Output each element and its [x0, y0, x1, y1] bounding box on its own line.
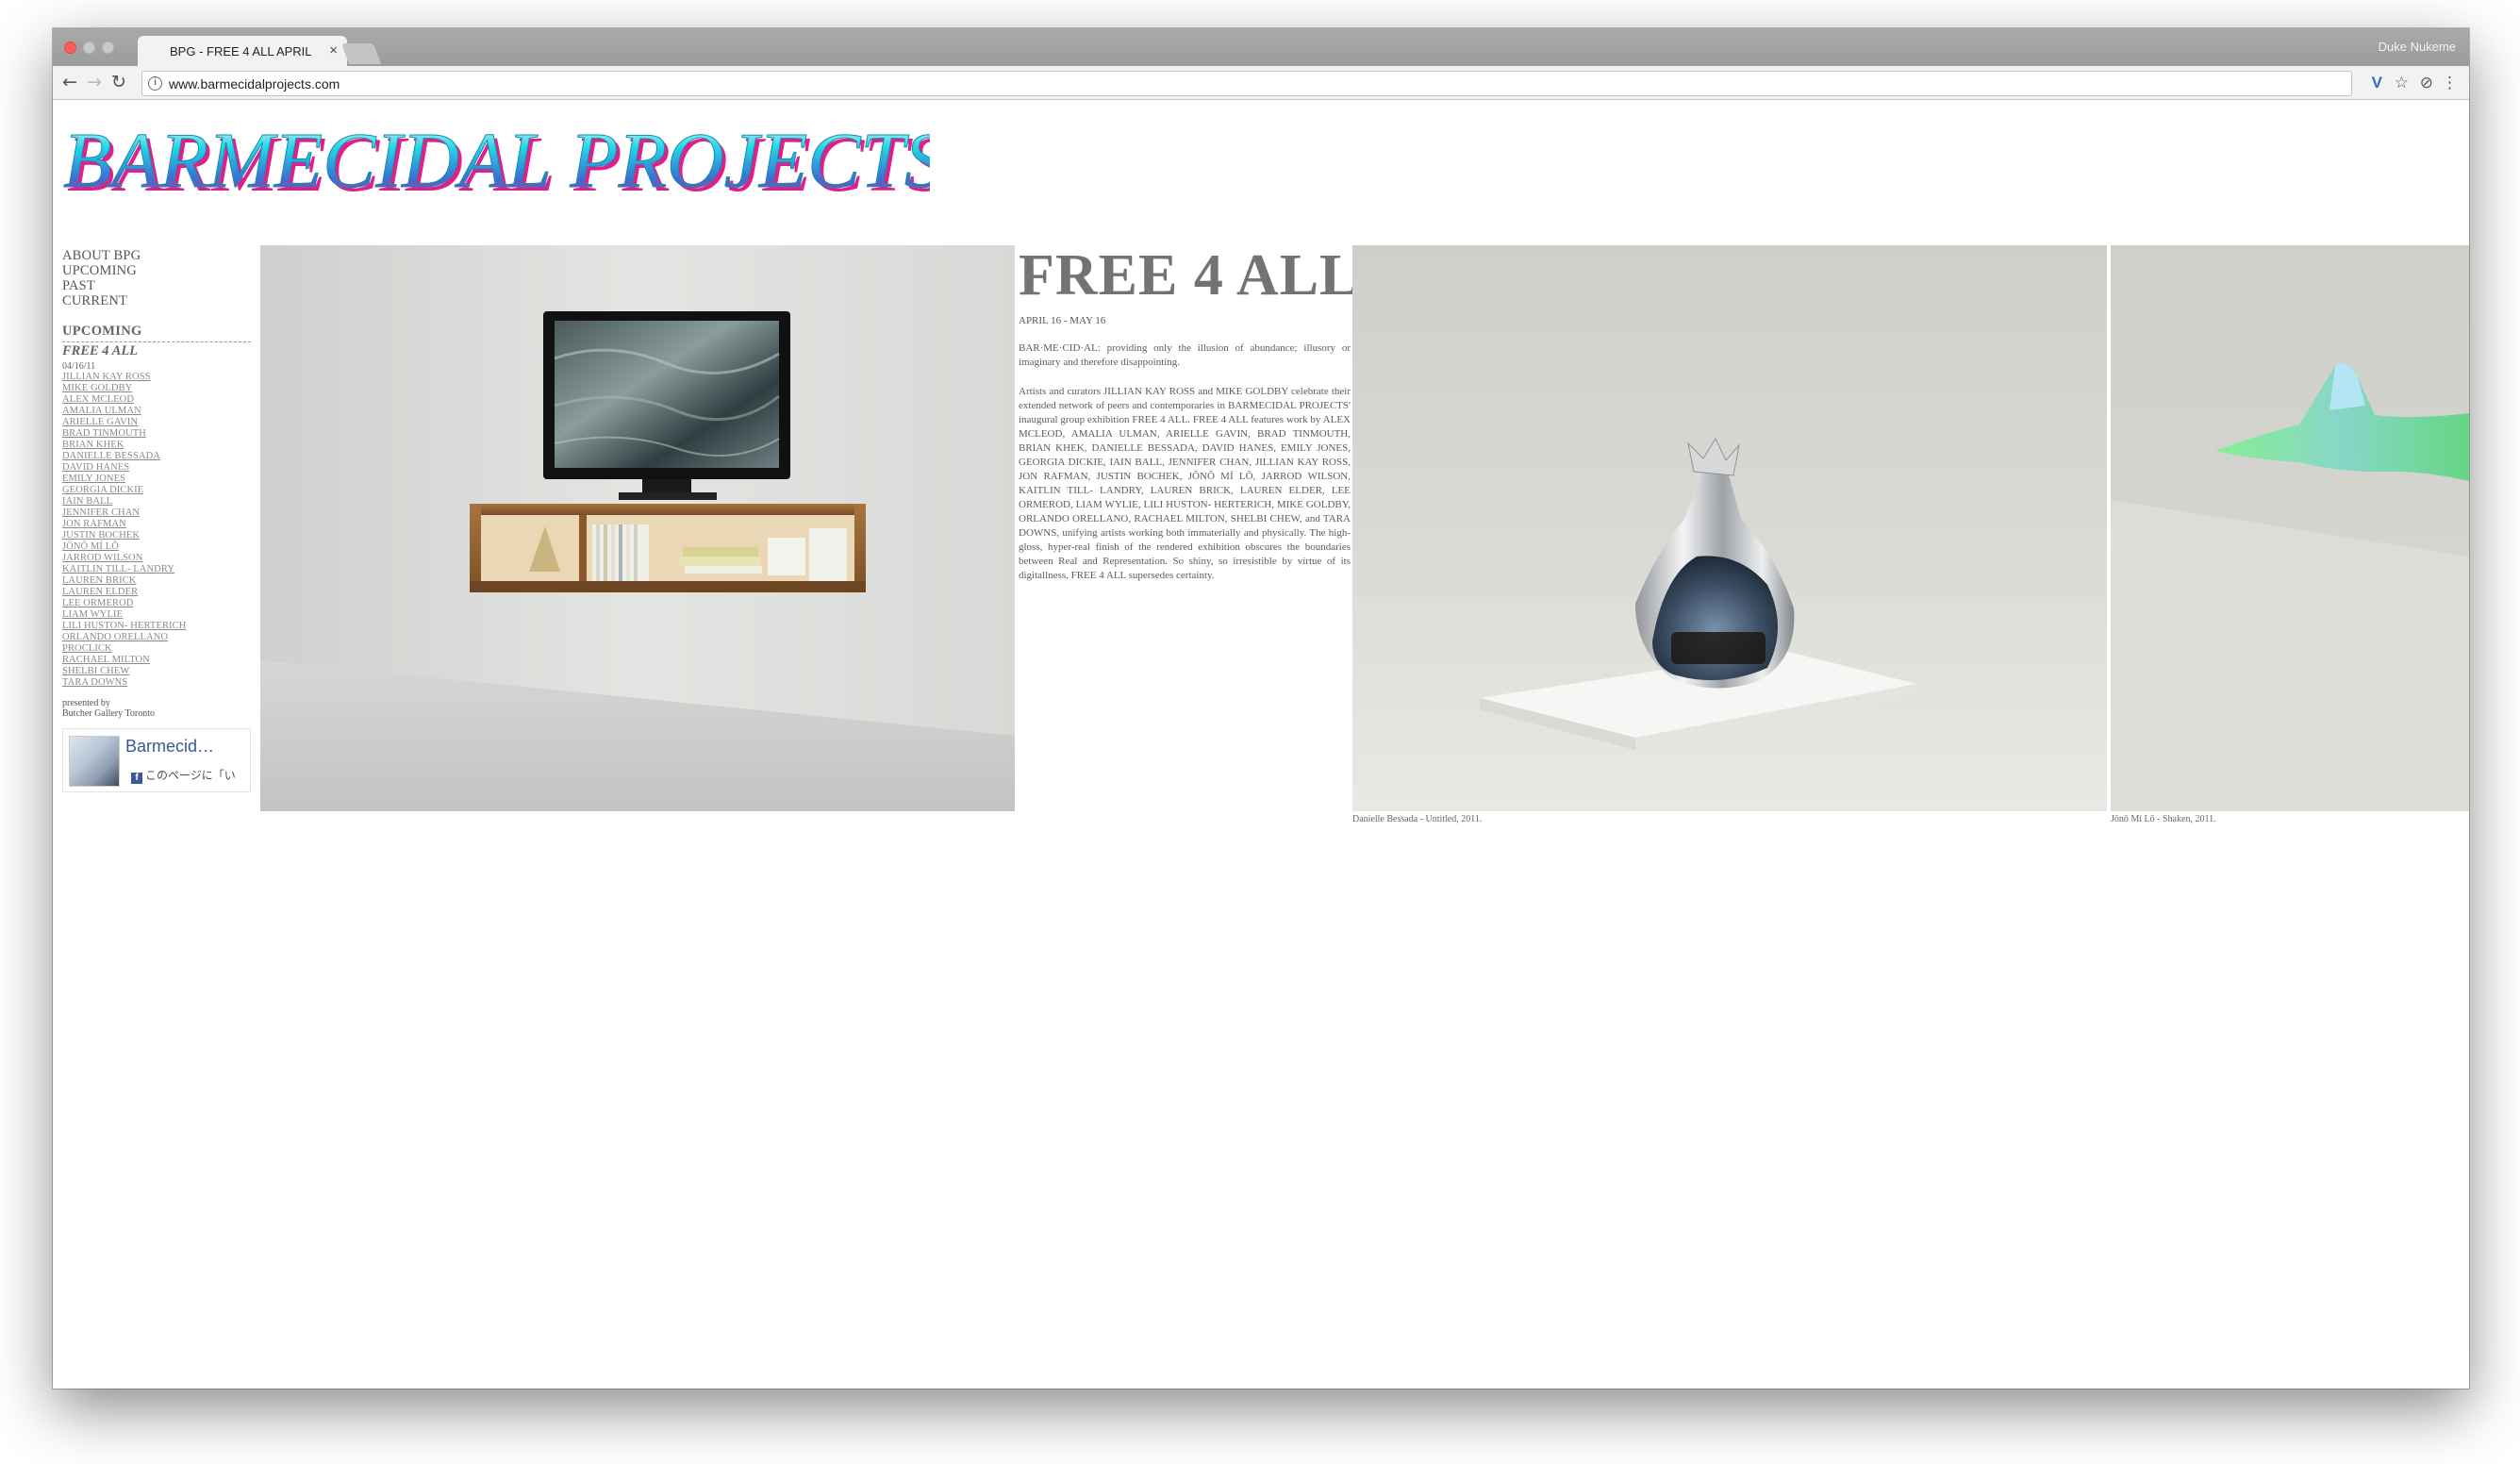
tab-title: BPG - FREE 4 ALL APRIL 16TH [170, 44, 311, 58]
exhibition-text: FREE 4 ALL APRIL 16 - MAY 16 BAR·ME·CID·… [1019, 243, 1360, 583]
exhibition-title: FREE 4 ALL [1019, 243, 1360, 308]
artist-link[interactable]: SHELBI CHEW [62, 666, 251, 677]
tab-close-icon[interactable]: × [329, 42, 338, 58]
presented-by: presented by Butcher Gallery Toronto [62, 698, 251, 719]
facebook-like-button[interactable]: f このページに「い [131, 767, 246, 784]
facebook-page-thumbnail[interactable] [69, 736, 120, 787]
nav-upcoming[interactable]: UPCOMING [62, 263, 251, 278]
profile-name[interactable]: Duke Nukeme [2379, 40, 2456, 54]
address-bar[interactable]: i www.barmecidalprojects.com [141, 71, 2352, 96]
artist-link[interactable]: JŌNŌ MÍ LÕ [62, 541, 251, 553]
gallery-name: Butcher Gallery Toronto [62, 708, 155, 719]
artwork-image-terrain[interactable] [2111, 245, 2469, 811]
extension-v-icon[interactable]: V [2372, 74, 2382, 92]
section-heading: UPCOMING [62, 324, 251, 342]
web-page: BARMECIDAL PROJECTS BARMECIDAL PROJECTS … [53, 101, 2469, 1389]
minimize-window-button[interactable] [83, 42, 95, 54]
exhibition-description: Artists and curators JILLIAN KAY ROSS an… [1019, 386, 1351, 581]
site-logo[interactable]: BARMECIDAL PROJECTS BARMECIDAL PROJECTS [62, 118, 931, 203]
artist-link[interactable]: AMALIA ULMAN [62, 406, 251, 417]
bookmark-star-icon[interactable]: ☆ [2395, 74, 2409, 92]
show-date: 04/16/11 [62, 361, 96, 372]
reload-icon[interactable]: ↻ [111, 72, 126, 92]
extension-icon[interactable]: ⊘ [2420, 74, 2433, 92]
nav-current[interactable]: CURRENT [62, 293, 251, 308]
artist-link[interactable]: ORLANDO ORELLANO [62, 632, 251, 643]
facebook-like-text: このページに「い [145, 769, 236, 782]
facebook-page-name[interactable]: Barmecid… [125, 737, 246, 757]
svg-text:BARMECIDAL PROJECTS: BARMECIDAL PROJECTS [63, 118, 930, 203]
artwork-image-bag[interactable] [1352, 245, 2107, 811]
browser-tab[interactable]: BPG - FREE 4 ALL APRIL 16TH × [138, 36, 347, 66]
artist-list: JILLIAN KAY ROSS MIKE GOLDBY ALEX MCLEOD AM… [62, 372, 251, 689]
artist-link[interactable]: LAUREN ELDER [62, 587, 251, 598]
artist-link[interactable]: DAVID HANES [62, 462, 251, 474]
artist-link[interactable]: ARIELLE GAVIN [62, 417, 251, 428]
artwork-caption-bessada: Danielle Bessada - Untitled, 2011. [1352, 814, 1483, 824]
artist-link[interactable]: KAITLIN TILL- LANDRY [62, 564, 251, 575]
artist-link[interactable]: MIKE GOLDBY [62, 383, 251, 394]
artist-link[interactable]: JUSTIN BOCHEK [62, 530, 251, 541]
new-tab-button[interactable] [340, 43, 382, 64]
browser-window: BPG - FREE 4 ALL APRIL 16TH × Duke Nukem… [53, 28, 2469, 1389]
artwork-caption-jono: Jōnō Mí Lō - Shaken, 2011. [2111, 814, 2216, 824]
tab-strip: BPG - FREE 4 ALL APRIL 16TH × Duke Nukem… [53, 28, 2469, 66]
artist-link[interactable]: GEORGIA DICKIE [62, 485, 251, 496]
facebook-icon: f [131, 773, 142, 784]
main-nav: ABOUT BPG UPCOMING PAST CURRENT [62, 248, 251, 308]
artist-link[interactable]: LEE ORMEROD [62, 598, 251, 609]
menu-icon[interactable]: ⋮ [2442, 74, 2458, 92]
exhibition-definition: BAR·ME·CID·AL: providing only the illusi… [1019, 342, 1351, 368]
forward-arrow-icon[interactable]: → [87, 72, 102, 92]
artist-link[interactable]: ALEX MCLEOD [62, 394, 251, 406]
artist-link[interactable]: JARROD WILSON [62, 553, 251, 564]
url-text[interactable]: www.barmecidalprojects.com [169, 76, 340, 92]
exhibition-dates: APRIL 16 - MAY 16 [1019, 315, 1106, 326]
artwork-image-tv-shelf[interactable] [260, 245, 1015, 811]
sidebar: ABOUT BPG UPCOMING PAST CURRENT UPCOMING… [62, 248, 251, 792]
artist-link[interactable]: PROCLICK [62, 643, 251, 655]
artist-link[interactable]: BRAD TINMOUTH [62, 428, 251, 440]
artist-link[interactable]: JON RAFMAN [62, 519, 251, 530]
artist-link[interactable]: JENNIFER CHAN [62, 507, 251, 519]
nav-about[interactable]: ABOUT BPG [62, 248, 251, 263]
artist-link[interactable]: DANIELLE BESSADA [62, 451, 251, 462]
presented-by-label: presented by [62, 698, 110, 708]
artist-link[interactable]: BRIAN KHEK [62, 440, 251, 451]
artist-link[interactable]: IAIN BALL [62, 496, 251, 507]
browser-toolbar: ← → ↻ i www.barmecidalprojects.com V ☆ ⊘… [53, 66, 2469, 100]
artist-link[interactable]: LAUREN BRICK [62, 575, 251, 587]
facebook-widget[interactable]: Barmecid… f このページに「い [62, 728, 251, 792]
close-window-button[interactable] [64, 42, 76, 54]
back-arrow-icon[interactable]: ← [62, 72, 77, 92]
site-info-icon[interactable]: i [148, 76, 162, 91]
artist-link[interactable]: LILI HUSTON- HERTERICH [62, 621, 251, 632]
nav-past[interactable]: PAST [62, 278, 251, 293]
artist-link[interactable]: TARA DOWNS [62, 677, 251, 689]
show-title[interactable]: FREE 4 ALL [62, 343, 251, 359]
artist-link[interactable]: EMILY JONES [62, 474, 251, 485]
artist-link[interactable]: JILLIAN KAY ROSS [62, 372, 251, 383]
artist-link[interactable]: RACHAEL MILTON [62, 655, 251, 666]
artist-link[interactable]: LIAM WYLIE [62, 609, 251, 621]
zoom-window-button[interactable] [102, 42, 114, 54]
